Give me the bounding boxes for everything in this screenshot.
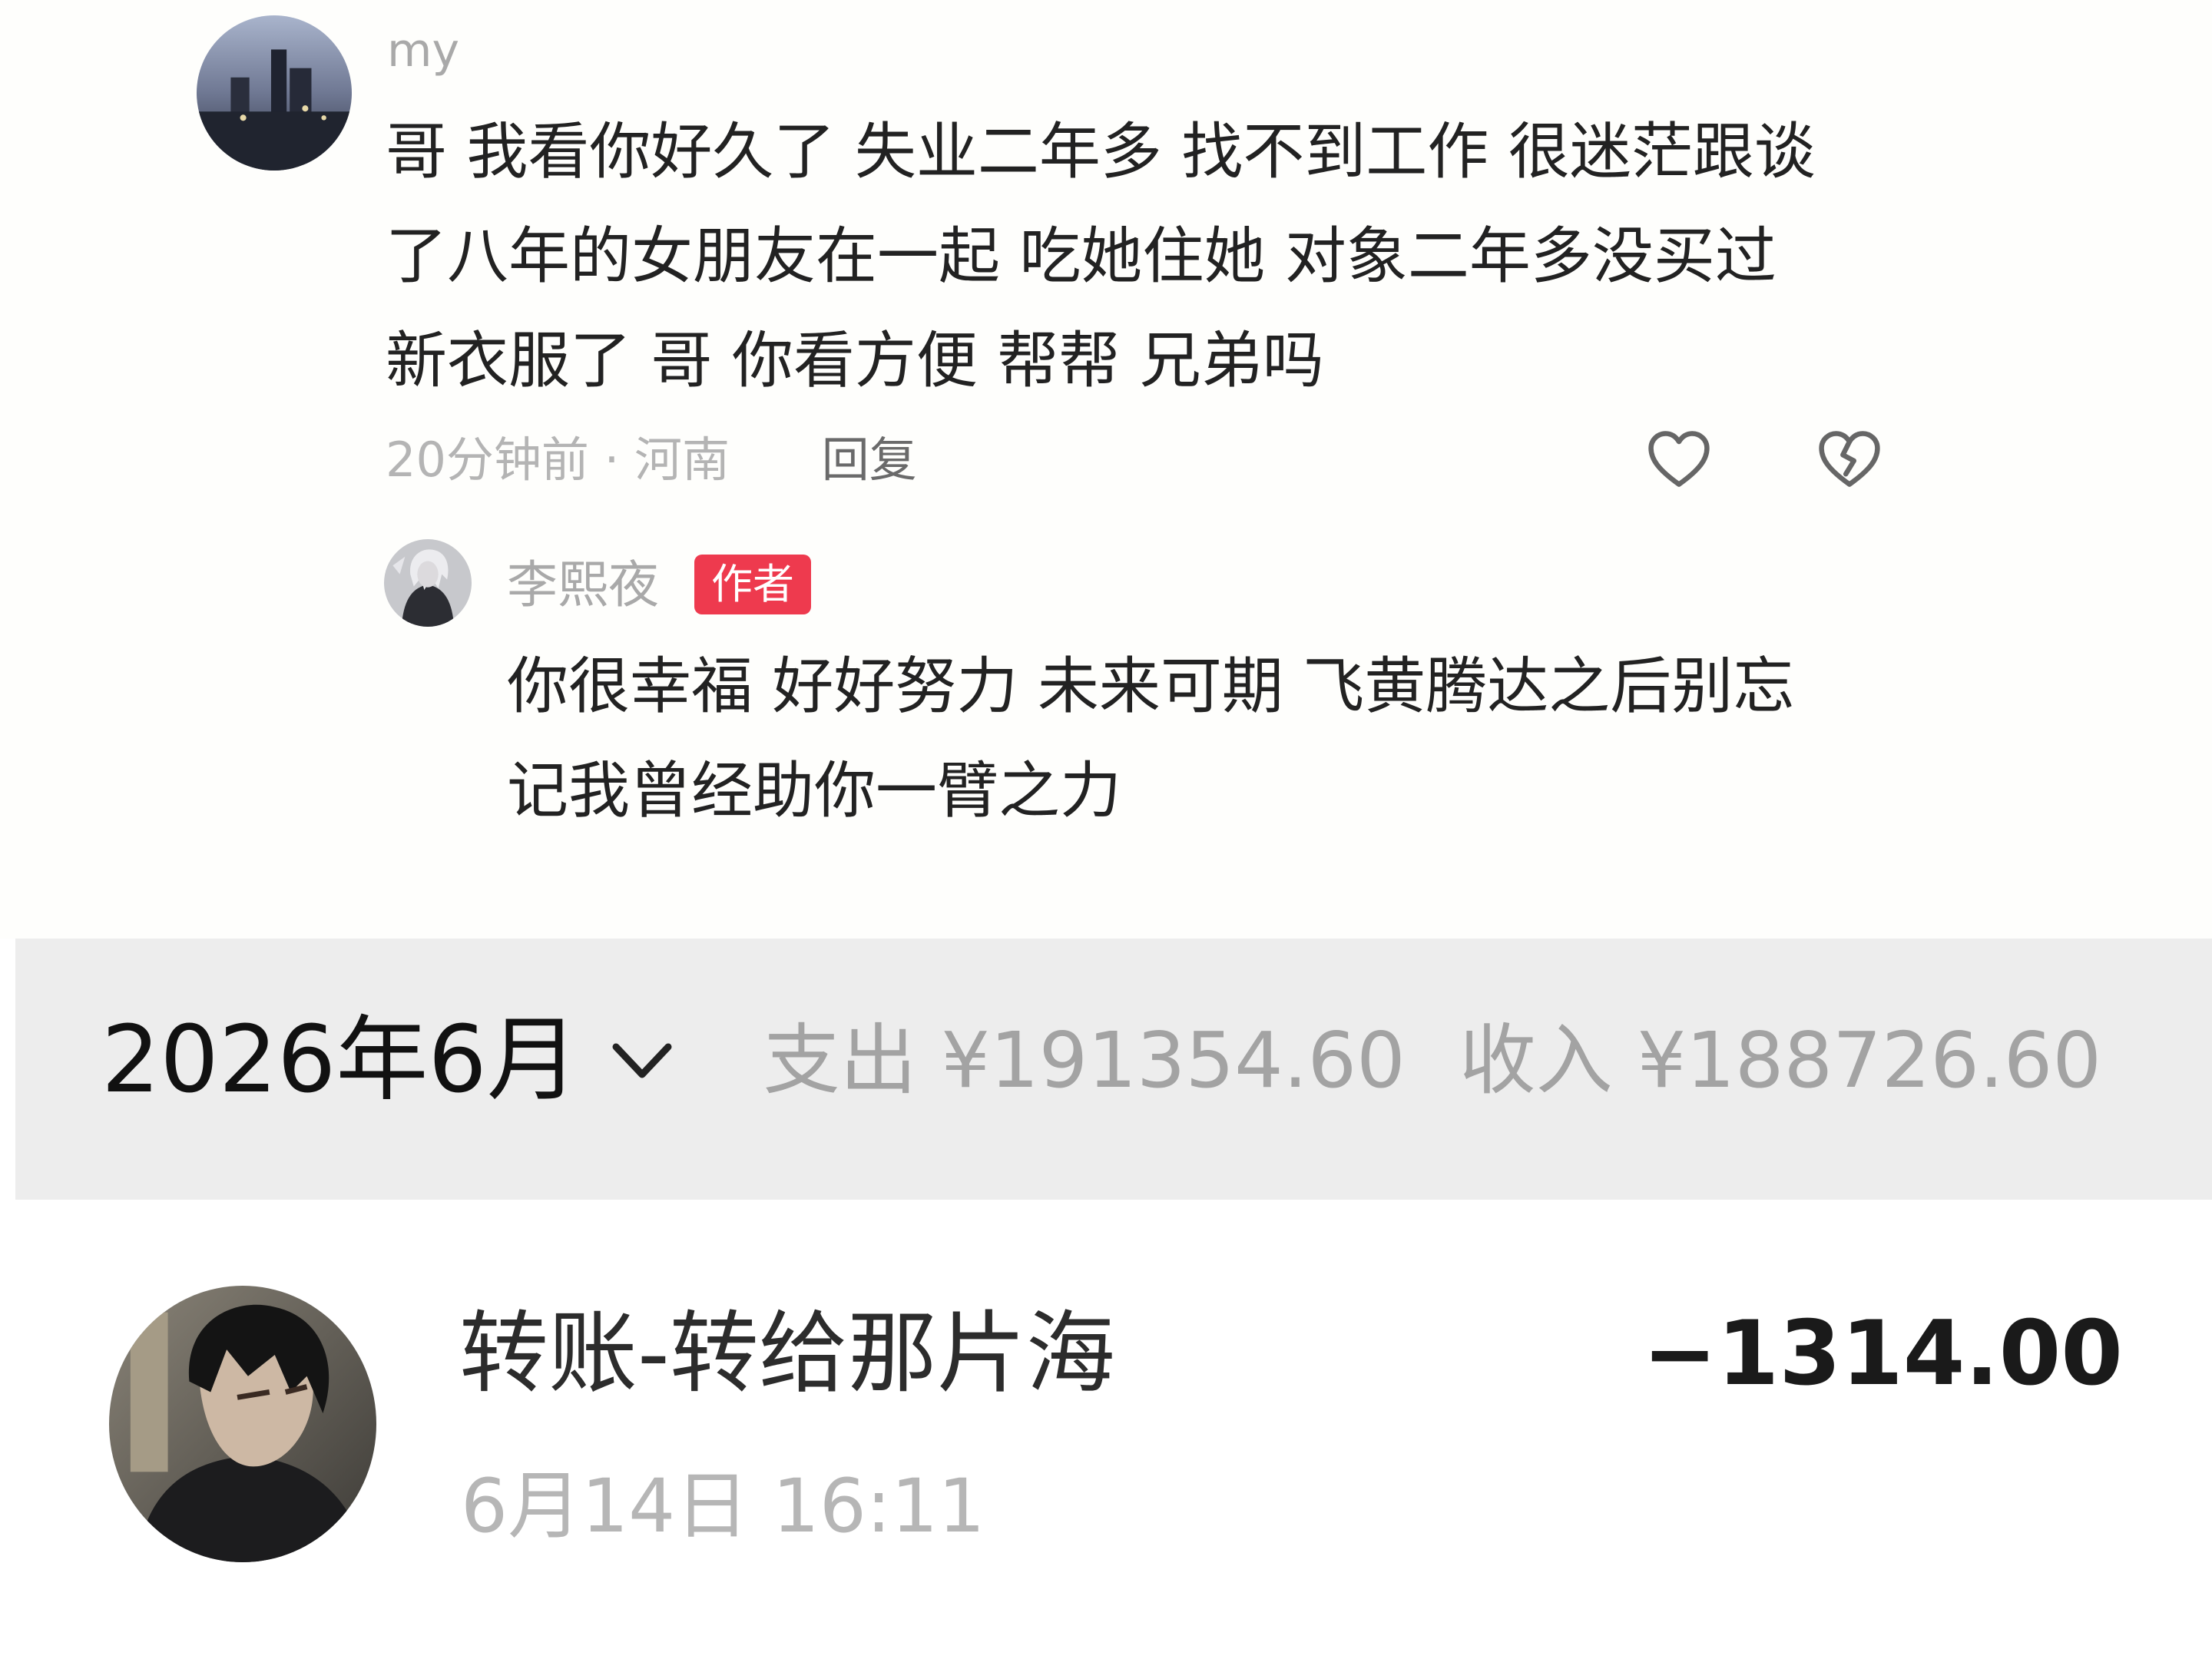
- comment-meta: 20分钟前 · 河南 回复: [386, 429, 917, 492]
- month-selector[interactable]: 2026年6月: [101, 1003, 674, 1118]
- transaction-amount: −1314.00: [1642, 1302, 2123, 1406]
- reply-line: 记我曾经助你一臂之力: [507, 755, 1121, 826]
- comment-time-location: 20分钟前 · 河南: [386, 432, 730, 488]
- expense-total: 支出 ¥191354.60: [763, 1015, 1406, 1105]
- commenter-username[interactable]: my: [387, 20, 459, 81]
- month-totals: 支出 ¥191354.60 收入 ¥188726.60: [763, 1003, 2101, 1118]
- transaction-row[interactable]: 转账-转给那片海 −1314.00 6月14日 16:11: [15, 1200, 2212, 1659]
- recipient-avatar: [109, 1286, 376, 1562]
- comment-line: 了八年的女朋友在一起 吃她住她 对象二年多没买过: [386, 220, 1777, 292]
- author-reply-body: 你很幸福 好好努力 未来可期 飞黄腾达之后别忘 记我曾经助你一臂之力: [507, 634, 1794, 843]
- transaction-title: 转账-转给那片海: [459, 1302, 1115, 1406]
- author-username[interactable]: 李熙夜: [507, 555, 659, 616]
- comment-body: 哥 我看你好久了 失业二年多 找不到工作 很迷茫跟谈 了八年的女朋友在一起 吃她…: [386, 100, 1816, 413]
- monthly-summary-bar: 2026年6月 支出 ¥191354.60 收入 ¥188726.60: [15, 939, 2212, 1200]
- author-avatar[interactable]: [384, 539, 472, 627]
- chevron-down-icon: [610, 1038, 674, 1084]
- transaction-time: 6月14日 16:11: [461, 1463, 985, 1549]
- reply-line: 你很幸福 好好努力 未来可期 飞黄腾达之后别忘: [507, 651, 1795, 722]
- reply-button[interactable]: 回复: [822, 432, 917, 488]
- month-label: 2026年6月: [101, 1007, 579, 1114]
- comment-line: 哥 我看你好久了 失业二年多 找不到工作 很迷茫跟谈: [386, 116, 1816, 187]
- commenter-avatar[interactable]: [197, 15, 352, 171]
- income-total: 收入 ¥188726.60: [1459, 1015, 2101, 1105]
- like-heart-icon[interactable]: [1644, 424, 1714, 495]
- comment-line: 新衣服了 哥 你看方便 帮帮 兄弟吗: [386, 325, 1324, 396]
- author-badge: 作者: [694, 555, 811, 614]
- comment-section: my 哥 我看你好久了 失业二年多 找不到工作 很迷茫跟谈 了八年的女朋友在一起…: [0, 0, 2212, 939]
- dislike-broken-heart-icon[interactable]: [1814, 424, 1885, 495]
